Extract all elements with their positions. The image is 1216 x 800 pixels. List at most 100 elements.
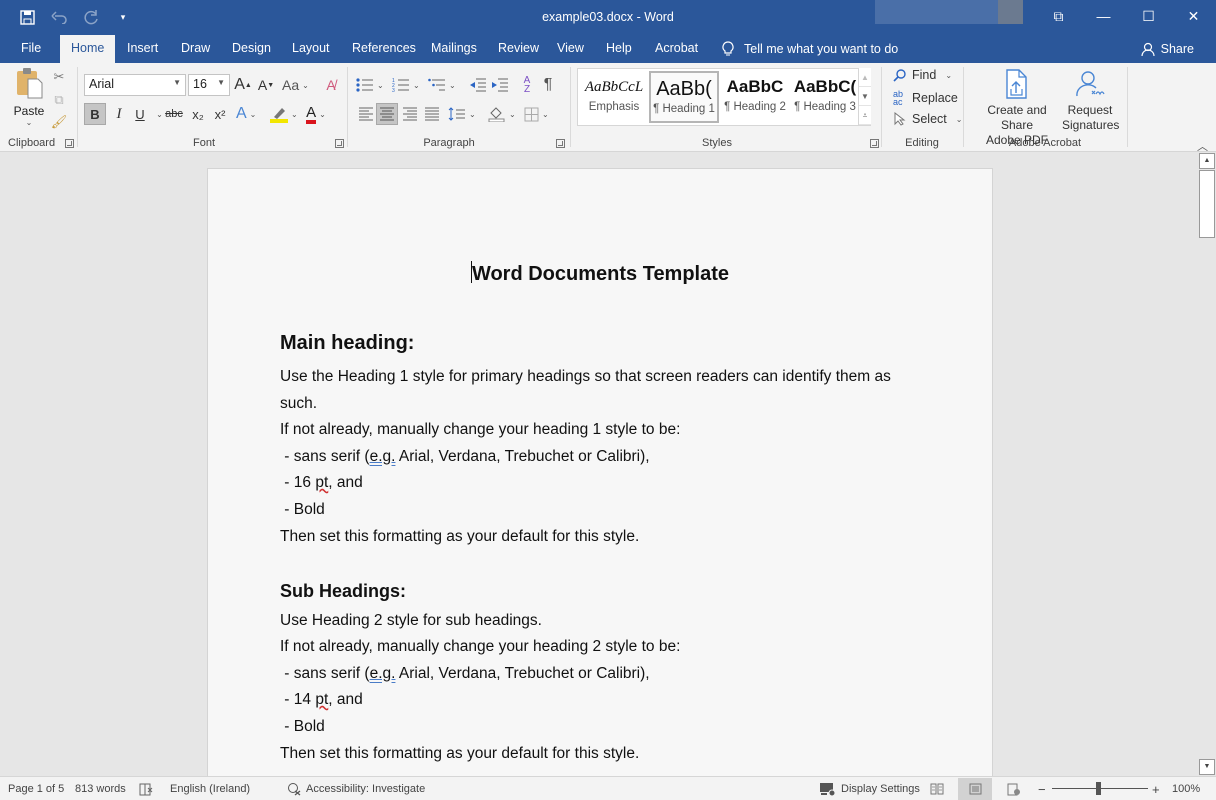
shrink-font-button[interactable]: A ▼ bbox=[256, 74, 276, 96]
paste-button[interactable]: Paste ⌄ bbox=[10, 67, 48, 127]
change-case-button[interactable]: Aa ⌄ bbox=[282, 74, 309, 96]
zoom-in-button[interactable]: + bbox=[1152, 777, 1160, 800]
align-right-button[interactable] bbox=[400, 103, 420, 125]
styles-scroll-up-icon[interactable]: ▲ bbox=[859, 68, 871, 87]
justify-button[interactable] bbox=[422, 103, 442, 125]
italic-button[interactable]: I bbox=[109, 103, 129, 125]
language-indicator[interactable]: English (Ireland) bbox=[170, 777, 250, 800]
underline-button[interactable]: U bbox=[130, 103, 150, 125]
print-layout-button[interactable] bbox=[958, 778, 992, 800]
increase-indent-button[interactable] bbox=[490, 74, 510, 96]
sort-button[interactable]: AZ bbox=[517, 74, 537, 96]
styles-launcher-icon[interactable] bbox=[870, 139, 879, 148]
proofing-icon[interactable] bbox=[139, 777, 153, 800]
tab-draw[interactable]: Draw bbox=[170, 35, 221, 63]
web-layout-button[interactable] bbox=[997, 778, 1031, 800]
shading-button[interactable]: ⌄ bbox=[488, 103, 516, 125]
paragraph-line[interactable]: Use Heading 2 style for sub headings. bbox=[280, 612, 542, 630]
style-heading-1[interactable]: AaBb( ¶ Heading 1 bbox=[649, 71, 719, 123]
tab-view[interactable]: View bbox=[546, 35, 595, 63]
share-button[interactable]: Share bbox=[1141, 35, 1194, 63]
tab-review[interactable]: Review bbox=[487, 35, 550, 63]
minimize-button[interactable]: — bbox=[1081, 0, 1126, 32]
paragraph-line[interactable]: Then set this formatting as your default… bbox=[280, 745, 639, 763]
document-title[interactable]: Word Documents Template bbox=[280, 261, 920, 286]
bullet-line[interactable]: - Bold bbox=[280, 501, 325, 519]
vertical-scrollbar[interactable]: ▲ ▼ bbox=[1198, 152, 1216, 776]
replace-button[interactable]: ab ac Replace bbox=[893, 90, 958, 107]
heading-main[interactable]: Main heading: bbox=[280, 332, 414, 355]
close-button[interactable]: ✕ bbox=[1171, 0, 1216, 32]
tab-mailings[interactable]: Mailings bbox=[420, 35, 488, 63]
paragraph-line[interactable]: If not already, manually change your hea… bbox=[280, 638, 680, 656]
style-heading-2[interactable]: AaBbC ¶ Heading 2 bbox=[720, 71, 790, 123]
paragraph-line[interactable]: such. bbox=[280, 395, 317, 413]
clear-formatting-icon[interactable]: A̸ bbox=[321, 74, 341, 96]
find-button[interactable]: Find ⌄ bbox=[893, 68, 952, 82]
format-painter-icon[interactable]: 🖌 bbox=[50, 113, 68, 131]
tab-file[interactable]: File bbox=[10, 35, 52, 63]
scroll-up-icon[interactable]: ▲ bbox=[1199, 153, 1215, 169]
strikethrough-button[interactable]: abc bbox=[164, 103, 184, 125]
bullet-line[interactable]: - 16 pt, and bbox=[280, 474, 362, 492]
zoom-slider-thumb[interactable] bbox=[1096, 782, 1101, 795]
heading-sub[interactable]: Sub Headings: bbox=[280, 581, 406, 602]
superscript-button[interactable]: x² bbox=[210, 103, 230, 125]
copy-icon[interactable]: ⧉ bbox=[50, 91, 68, 109]
document-page[interactable]: Word Documents Template Main heading: Us… bbox=[207, 168, 993, 776]
highlight-color-button[interactable]: ⌄ bbox=[270, 103, 298, 125]
multilevel-list-button[interactable]: ⌄ bbox=[428, 74, 456, 96]
align-center-button[interactable] bbox=[376, 103, 398, 125]
tab-references[interactable]: References bbox=[341, 35, 427, 63]
tab-home[interactable]: Home bbox=[60, 35, 116, 63]
line-spacing-button[interactable]: ⌄ bbox=[448, 103, 476, 125]
paragraph-line[interactable]: If not already, manually change your hea… bbox=[280, 421, 680, 439]
tab-design[interactable]: Design bbox=[221, 35, 282, 63]
word-count[interactable]: 813 words bbox=[75, 777, 126, 800]
font-name-combo[interactable]: Arial ▼ bbox=[84, 74, 186, 96]
grow-font-button[interactable]: A ▲ bbox=[233, 74, 253, 96]
tab-acrobat[interactable]: Acrobat bbox=[644, 35, 709, 63]
styles-scroll-down-icon[interactable]: ▼ bbox=[859, 87, 871, 106]
styles-more-icon[interactable]: ⩡ bbox=[859, 106, 871, 125]
bullet-line[interactable]: - sans serif (e.g. Arial, Verdana, Trebu… bbox=[280, 665, 649, 683]
bullets-button[interactable]: ⌄ bbox=[356, 74, 384, 96]
tell-me-search[interactable]: Tell me what you want to do bbox=[722, 35, 898, 63]
page-count[interactable]: Page 1 of 5 bbox=[8, 777, 64, 800]
scroll-thumb[interactable] bbox=[1199, 170, 1215, 238]
paste-chevron-icon[interactable]: ⌄ bbox=[10, 118, 48, 127]
numbering-button[interactable]: 1 2 3 ⌄ bbox=[392, 74, 420, 96]
bullet-line[interactable]: - 14 pt, and bbox=[280, 691, 362, 709]
font-size-combo[interactable]: 16 ▼ bbox=[188, 74, 230, 96]
display-settings-button[interactable]: Display Settings bbox=[820, 777, 920, 800]
text-effects-button[interactable]: A ⌄ bbox=[236, 103, 256, 125]
show-formatting-marks-button[interactable]: ¶ bbox=[538, 74, 558, 96]
request-signatures-button[interactable]: Request Signatures bbox=[1062, 69, 1119, 133]
ribbon-display-options-button[interactable]: ⧉ bbox=[1036, 0, 1081, 32]
maximize-button[interactable]: ☐ bbox=[1126, 0, 1171, 32]
style-emphasis[interactable]: AaBbCcL Emphasis bbox=[579, 71, 649, 123]
bold-button[interactable]: B bbox=[84, 103, 106, 125]
align-left-button[interactable] bbox=[356, 103, 376, 125]
tab-layout[interactable]: Layout bbox=[281, 35, 341, 63]
zoom-level[interactable]: 100% bbox=[1172, 777, 1200, 800]
read-mode-button[interactable] bbox=[920, 778, 954, 800]
borders-button[interactable]: ⌄ bbox=[524, 103, 549, 125]
decrease-indent-button[interactable] bbox=[468, 74, 488, 96]
style-heading-3[interactable]: AaBbC( ¶ Heading 3 bbox=[790, 71, 860, 123]
tab-help[interactable]: Help bbox=[595, 35, 643, 63]
subscript-button[interactable]: x₂ bbox=[188, 103, 208, 125]
cut-icon[interactable]: ✂ bbox=[50, 68, 68, 86]
font-color-button[interactable]: A ⌄ bbox=[306, 103, 326, 125]
font-launcher-icon[interactable] bbox=[335, 139, 344, 148]
paragraph-line[interactable]: Then set this formatting as your default… bbox=[280, 528, 639, 546]
zoom-out-button[interactable]: − bbox=[1038, 777, 1046, 800]
select-button[interactable]: Select ⌄ bbox=[893, 112, 962, 126]
accessibility-checker[interactable]: Accessibility: Investigate bbox=[287, 777, 425, 800]
scroll-down-icon[interactable]: ▼ bbox=[1199, 759, 1215, 775]
paragraph-line[interactable]: Use the Heading 1 style for primary head… bbox=[280, 368, 891, 386]
paragraph-launcher-icon[interactable] bbox=[556, 139, 565, 148]
bullet-line[interactable]: - sans serif (e.g. Arial, Verdana, Trebu… bbox=[280, 448, 649, 466]
bullet-line[interactable]: - Bold bbox=[280, 718, 325, 736]
clipboard-launcher-icon[interactable] bbox=[65, 139, 74, 148]
